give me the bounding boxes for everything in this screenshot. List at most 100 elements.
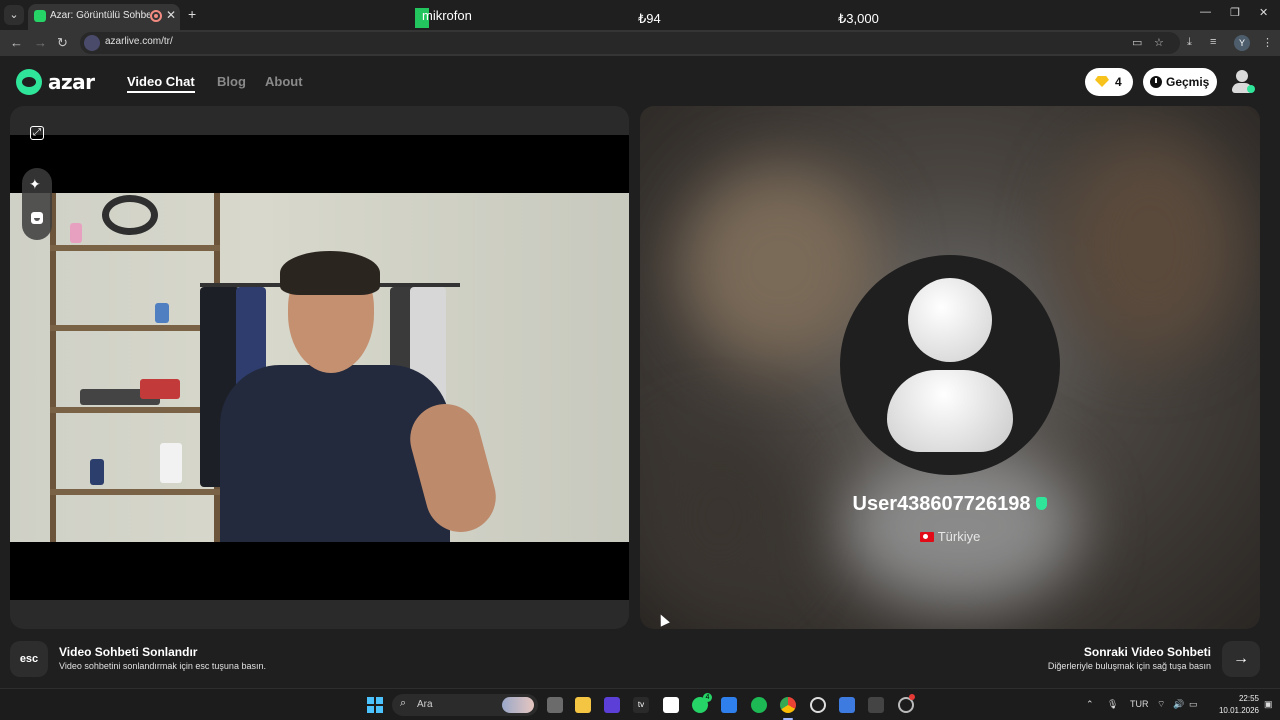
start-logo-tile xyxy=(376,706,383,713)
person-hair xyxy=(280,251,380,295)
taskbar-search[interactable]: ⌕ Ara xyxy=(392,694,538,716)
history-label: Geçmiş xyxy=(1166,75,1210,89)
peer-username: User438607726198 xyxy=(852,493,1031,515)
profile-avatar[interactable]: Y xyxy=(1234,35,1250,51)
self-video-panel: ⤢ ✦ xyxy=(10,106,629,629)
recording-badge xyxy=(909,694,915,700)
notification-icon[interactable]: ▣ xyxy=(1264,699,1273,710)
url-text: azarlive.com/tr/ xyxy=(105,36,173,47)
expand-icon[interactable]: ⤢ xyxy=(30,126,44,140)
azar-page: azar Video Chat Blog About 4 Geçmiş ⤢ ✦ … xyxy=(0,56,1280,688)
app-purple-icon[interactable] xyxy=(604,697,620,713)
shelf-board xyxy=(50,407,220,413)
browser-tab[interactable]: Azar: Görüntülü Sohbet & Video Chat ✕ xyxy=(28,4,180,30)
gem-count: 4 xyxy=(1115,75,1122,89)
shelf-item xyxy=(160,443,182,483)
nav-about[interactable]: About xyxy=(265,74,303,89)
notion-icon[interactable] xyxy=(663,697,679,713)
new-tab-icon[interactable]: + xyxy=(188,6,196,22)
language-indicator[interactable]: TUR xyxy=(1130,699,1149,709)
history-button[interactable]: Geçmiş xyxy=(1143,68,1217,96)
app-cube-icon[interactable] xyxy=(868,697,884,713)
search-icon: ⌕ xyxy=(400,697,407,709)
wifi-icon[interactable]: ⌔ xyxy=(1157,699,1165,710)
whatsapp-badge: 4 xyxy=(703,693,712,702)
chatgpt-icon[interactable] xyxy=(810,697,826,713)
peer-avatar-body xyxy=(887,370,1013,452)
clock-date: 10.01.2026 xyxy=(1218,706,1259,715)
clock-icon xyxy=(1150,76,1162,88)
peer-country-row: Türkiye xyxy=(640,529,1260,544)
peer-avatar xyxy=(840,255,1060,475)
start-logo-tile xyxy=(367,706,374,713)
system-clock[interactable]: 22:55 10.01.2026 xyxy=(1205,693,1259,717)
end-chat-title: Video Sohbeti Sonlandır xyxy=(59,645,198,659)
blur-blob xyxy=(640,426,800,606)
nav-video-chat[interactable]: Video Chat xyxy=(127,74,195,93)
task-view-icon[interactable] xyxy=(547,697,563,713)
todo-icon[interactable] xyxy=(839,697,855,713)
window-close-icon[interactable]: ✕ xyxy=(1259,6,1268,19)
shelf-item xyxy=(90,459,104,485)
azar-logo-icon xyxy=(16,69,42,95)
start-logo-tile xyxy=(376,697,383,704)
apple-tv-icon[interactable]: tv xyxy=(633,697,649,713)
blur-blob xyxy=(1060,136,1240,356)
next-chat-button[interactable]: → xyxy=(1222,641,1260,677)
more-menu-icon[interactable]: ⋮ xyxy=(1262,36,1273,49)
logo-text: azar xyxy=(48,70,95,94)
bookmark-star-icon[interactable]: ☆ xyxy=(1154,36,1164,49)
search-highlight-art xyxy=(502,697,534,713)
arrow-right-icon: → xyxy=(1233,650,1249,667)
tab-close-icon[interactable]: ✕ xyxy=(166,8,176,22)
azar-logo[interactable]: azar xyxy=(16,69,106,97)
nav-blog[interactable]: Blog xyxy=(217,74,246,89)
reload-icon[interactable]: ↻ xyxy=(57,35,68,51)
clock-time: 22:55 xyxy=(1238,694,1259,703)
chrome-icon[interactable] xyxy=(780,697,796,713)
next-chat-subtitle: Diğerleriyle buluşmak için sağ tuşa bası… xyxy=(1047,661,1211,671)
peer-video-panel: User438607726198 Türkiye xyxy=(640,106,1260,629)
microphone-icon[interactable]: 🎙 xyxy=(1107,699,1118,710)
windows-taskbar: ⌕ Ara tv 4 ⌃ 🎙 TUR ⌔ 🔊 ▭ 22:55 10.01.202… xyxy=(0,688,1280,720)
shelf-board xyxy=(50,245,220,251)
user-avatar[interactable] xyxy=(1230,68,1255,96)
back-icon[interactable]: ← xyxy=(10,35,23,50)
tab-search-icon[interactable]: ⌄ xyxy=(4,5,24,25)
omnibox[interactable]: azarlive.com/tr/ xyxy=(80,32,1180,54)
battery-icon[interactable]: ▭ xyxy=(1189,699,1198,710)
shelf-item xyxy=(155,303,169,323)
peer-name-row: User438607726198 xyxy=(640,493,1260,516)
steering-wheel xyxy=(102,195,158,235)
minimize-icon[interactable]: — xyxy=(1200,6,1211,18)
vscode-icon[interactable] xyxy=(721,697,737,713)
tab-favicon-icon xyxy=(34,10,46,22)
forward-icon[interactable]: → xyxy=(34,35,47,50)
overlay-price-1: ₺94 xyxy=(638,11,661,26)
gem-balance-button[interactable]: 4 xyxy=(1085,68,1133,96)
shelf-item xyxy=(140,379,180,399)
shelf-board xyxy=(50,325,220,331)
cast-icon[interactable]: ▭ xyxy=(1132,36,1142,49)
esc-key-button[interactable]: esc xyxy=(10,641,48,677)
volume-icon[interactable]: 🔊 xyxy=(1173,699,1184,710)
search-label: Ara xyxy=(417,699,433,710)
tray-chevron-icon[interactable]: ⌃ xyxy=(1086,699,1094,710)
shelf-board xyxy=(50,489,220,495)
self-camera-feed xyxy=(10,193,629,542)
shelf-item xyxy=(70,223,82,243)
next-chat-title: Sonraki Video Sohbeti xyxy=(1083,645,1211,659)
download-icon[interactable]: ⤓ xyxy=(1187,36,1192,49)
file-explorer-icon[interactable] xyxy=(575,697,591,713)
end-chat-subtitle: Video sohbetini sonlandırmak için esc tu… xyxy=(59,661,266,671)
browser-tab-bar: ⌄ Azar: Görüntülü Sohbet & Video Chat ✕ … xyxy=(0,0,1280,30)
start-button[interactable] xyxy=(367,697,383,713)
peer-country: Türkiye xyxy=(937,529,981,544)
restore-icon[interactable]: ❐ xyxy=(1230,6,1240,19)
site-info-icon[interactable] xyxy=(84,35,100,51)
sparkle-icon[interactable]: ✦ xyxy=(29,176,41,193)
face-filter-icon[interactable] xyxy=(31,212,43,224)
online-dot xyxy=(1247,85,1255,93)
spotify-icon[interactable] xyxy=(751,697,767,713)
media-icon[interactable]: ≡ xyxy=(1210,36,1216,48)
